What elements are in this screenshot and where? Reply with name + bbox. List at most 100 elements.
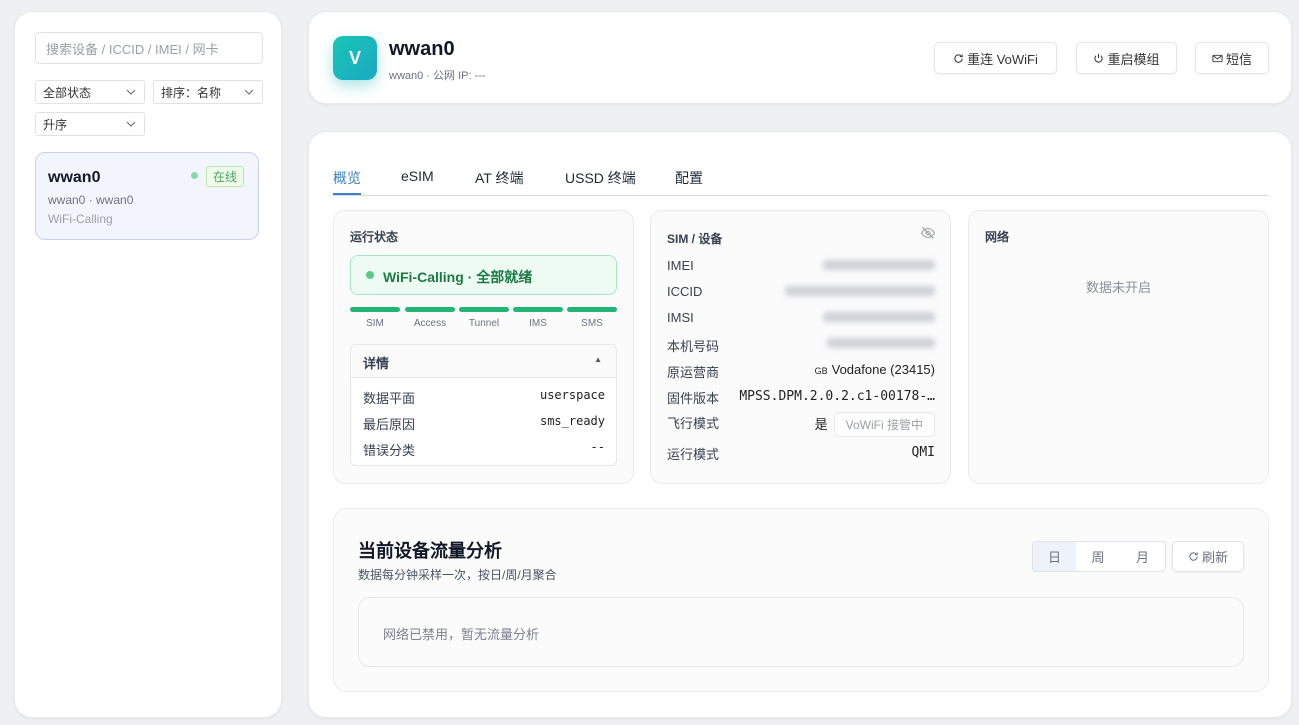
chevron-down-icon bbox=[244, 89, 254, 95]
masked-value bbox=[823, 258, 935, 273]
tab-overview[interactable]: 概览 bbox=[333, 168, 361, 188]
page-title: wwan0 bbox=[389, 38, 455, 60]
network-card-title: 网络 bbox=[985, 230, 1010, 244]
carrier-name: Vodafone (23415) bbox=[831, 362, 935, 377]
sim-row-label: 固件版本 bbox=[667, 391, 720, 406]
tab-at-terminal[interactable]: AT 终端 bbox=[475, 168, 524, 188]
sim-device-card: SIM / 设备 IMEI ICCID IMSI 本机号码 原运营商 GB Vod… bbox=[650, 210, 951, 484]
stage-label-ims: IMS bbox=[529, 318, 547, 329]
firmware-value: MPSS.DPM.2.0.2.c1-00178-… bbox=[739, 389, 935, 404]
details-toggle[interactable]: 详情 ▲ bbox=[351, 345, 616, 378]
ready-dot-icon bbox=[366, 271, 374, 279]
detail-row: 最后原因 sms_ready bbox=[363, 414, 605, 433]
network-empty-text: 数据未开启 bbox=[1085, 280, 1151, 295]
sim-row-phone: 本机号码 bbox=[667, 336, 935, 355]
airplane-state: 是 bbox=[814, 417, 828, 432]
range-day-button[interactable]: 日 bbox=[1032, 541, 1077, 572]
tab-bar: 概览 eSIM AT 终端 USSD 终端 配置 bbox=[333, 168, 1269, 196]
reconnect-vowifi-button[interactable]: 重连 VoWiFi bbox=[934, 42, 1057, 74]
sort-order-select[interactable]: 升序 bbox=[35, 112, 145, 136]
device-search-input[interactable]: 搜索设备 / ICCID / IMEI / 网卡 bbox=[35, 32, 263, 64]
stage-bar-access bbox=[405, 307, 455, 312]
details-title: 详情 bbox=[363, 356, 390, 371]
stage-bar-ims bbox=[513, 307, 563, 312]
sim-row-label: IMSI bbox=[667, 310, 694, 325]
sim-row-label: IMEI bbox=[667, 258, 694, 273]
sim-row-label: 运行模式 bbox=[667, 447, 720, 462]
sim-row-imei: IMEI bbox=[667, 258, 935, 273]
caret-up-icon: ▲ bbox=[594, 355, 602, 364]
detail-value: userspace bbox=[539, 388, 605, 402]
device-interfaces: wwan0 · wwan0 bbox=[48, 193, 134, 207]
detail-label: 最后原因 bbox=[363, 417, 416, 432]
mail-icon bbox=[1212, 54, 1223, 62]
sms-button[interactable]: 短信 bbox=[1195, 42, 1269, 74]
stage-label-sms: SMS bbox=[581, 318, 603, 329]
traffic-analysis-section: 当前设备流量分析 数据每分钟采样一次，按日/周/月聚合 日 周 月 刷新 网络已… bbox=[333, 508, 1269, 692]
main-content: 概览 eSIM AT 终端 USSD 终端 配置 运行状态 WiFi-Calli… bbox=[308, 131, 1292, 718]
tab-ussd-terminal[interactable]: USSD 终端 bbox=[565, 168, 636, 188]
traffic-empty-text: 网络已禁用，暂无流量分析 bbox=[383, 627, 540, 642]
traffic-subtitle: 数据每分钟采样一次，按日/周/月聚合 bbox=[358, 568, 557, 582]
flag-code: GB bbox=[814, 366, 828, 376]
vowifi-takeover-chip: VoWiFi 接管中 bbox=[833, 412, 935, 437]
masked-value bbox=[785, 284, 935, 299]
refresh-icon bbox=[954, 53, 963, 63]
sort-by-value: 排序：名称 bbox=[161, 85, 222, 100]
tab-esim[interactable]: eSIM bbox=[401, 168, 434, 184]
details-panel: 详情 ▲ 数据平面 userspace 最后原因 sms_ready 错误分类 … bbox=[350, 344, 617, 466]
traffic-title: 当前设备流量分析 bbox=[358, 541, 502, 561]
eye-off-icon[interactable] bbox=[920, 225, 936, 241]
run-mode-value: QMI bbox=[911, 445, 935, 460]
sort-by-select[interactable]: 排序：名称 bbox=[153, 80, 263, 104]
online-dot-icon bbox=[191, 172, 198, 179]
device-mode: WiFi-Calling bbox=[48, 212, 113, 226]
stage-label-sim: SIM bbox=[366, 318, 384, 329]
restart-module-button[interactable]: 重启模组 bbox=[1076, 42, 1177, 74]
sim-row-airplane: 飞行模式 是 VoWiFi 接管中 bbox=[667, 412, 935, 437]
chevron-down-icon bbox=[126, 89, 136, 95]
stage-label-access: Access bbox=[413, 318, 447, 329]
refresh-icon bbox=[1189, 552, 1198, 561]
sms-label: 短信 bbox=[1225, 51, 1252, 67]
masked-value bbox=[827, 336, 935, 351]
sim-row-run-mode: 运行模式 QMI bbox=[667, 444, 935, 463]
sim-card-title: SIM / 设备 bbox=[667, 232, 723, 246]
restart-module-label: 重启模组 bbox=[1107, 51, 1160, 67]
sim-row-label: 飞行模式 bbox=[667, 416, 720, 431]
stage-bar-sim bbox=[350, 307, 400, 312]
range-week-button[interactable]: 周 bbox=[1076, 541, 1121, 572]
status-badge: 在线 bbox=[206, 166, 245, 187]
sort-order-value: 升序 bbox=[43, 117, 68, 132]
airplane-value: 是 VoWiFi 接管中 bbox=[815, 412, 935, 437]
detail-label: 错误分类 bbox=[363, 443, 416, 458]
device-header: V wwan0 wwan0 · 公网 IP: --- 重连 VoWiFi 重启模… bbox=[308, 11, 1292, 104]
page-subtitle: wwan0 · 公网 IP: --- bbox=[389, 70, 486, 82]
avatar: V bbox=[333, 36, 377, 80]
power-icon bbox=[1094, 53, 1104, 63]
sim-row-firmware: 固件版本 MPSS.DPM.2.0.2.c1-00178-… bbox=[667, 388, 935, 407]
sim-row-label: 原运营商 bbox=[667, 365, 720, 380]
range-month-button[interactable]: 月 bbox=[1120, 541, 1166, 572]
device-sidebar: 搜索设备 / ICCID / IMEI / 网卡 全部状态 排序：名称 升序 w… bbox=[14, 11, 282, 718]
status-filter-value: 全部状态 bbox=[43, 85, 92, 100]
reconnect-vowifi-label: 重连 VoWiFi bbox=[967, 51, 1038, 67]
traffic-empty-state: 网络已禁用，暂无流量分析 bbox=[358, 597, 1244, 667]
detail-value: -- bbox=[590, 440, 605, 454]
sim-row-carrier: 原运营商 GB Vodafone (23415) bbox=[667, 362, 935, 381]
chevron-down-icon bbox=[126, 121, 136, 127]
status-card-title: 运行状态 bbox=[350, 230, 399, 244]
network-card: 网络 数据未开启 bbox=[968, 210, 1269, 484]
traffic-refresh-button[interactable]: 刷新 bbox=[1172, 541, 1244, 572]
sim-row-label: ICCID bbox=[667, 284, 703, 299]
active-tab-indicator bbox=[333, 193, 361, 195]
device-list-item[interactable]: wwan0 在线 wwan0 · wwan0 WiFi-Calling bbox=[35, 152, 259, 240]
status-card: 运行状态 WiFi-Calling · 全部就绪 SIM Access Tunn… bbox=[333, 210, 634, 484]
carrier-value: GB Vodafone (23415) bbox=[815, 362, 935, 377]
status-filter-select[interactable]: 全部状态 bbox=[35, 80, 145, 104]
masked-value bbox=[823, 310, 935, 325]
stage-bar-tunnel bbox=[459, 307, 509, 312]
ready-text: WiFi-Calling · 全部就绪 bbox=[383, 269, 533, 285]
device-name: wwan0 bbox=[48, 169, 101, 186]
tab-config[interactable]: 配置 bbox=[675, 168, 703, 188]
